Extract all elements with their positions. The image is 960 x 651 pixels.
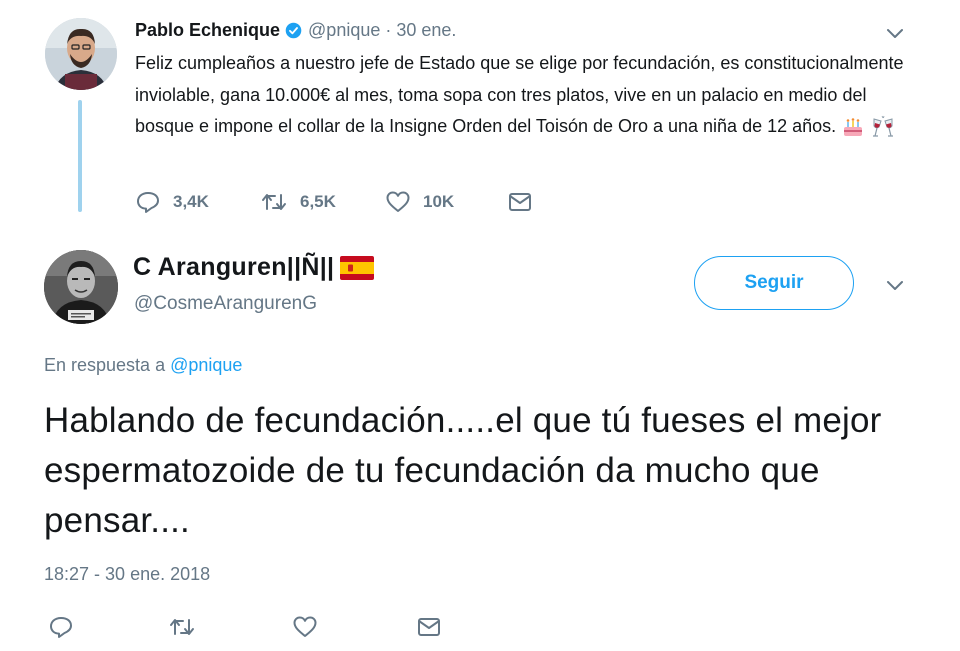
retweet-icon[interactable] [260,190,288,214]
parent-author-handle[interactable]: @pnique [308,20,380,41]
in-reply-prefix: En respuesta a [44,355,166,375]
thread-line [78,100,82,212]
reply-action-bar [48,614,442,640]
reply-action-2[interactable] [48,614,168,640]
envelope-icon[interactable] [416,616,442,638]
reply-author: C Aranguren||Ñ|| [133,253,375,282]
reply-author-handle[interactable]: @CosmeArangurenG [134,293,317,315]
heart-icon[interactable] [292,615,318,639]
reply-chevron-down-icon[interactable] [884,279,906,293]
like-count: 10K [423,192,455,211]
separator-dot: · [385,20,392,40]
retweet-count: 6,5K [300,192,336,211]
retweet-action[interactable]: 6,5K [260,189,385,215]
parent-header: Pablo Echenique @pnique · 30 ene. [135,20,456,41]
envelope-icon[interactable] [507,191,533,213]
parent-date[interactable]: 30 ene. [396,20,456,41]
parent-avatar[interactable] [45,18,117,90]
reply-count: 3,4K [173,192,209,211]
reply-action[interactable]: 3,4K [135,189,260,215]
retweet-action-2[interactable] [168,614,292,640]
parent-author-name[interactable]: Pablo Echenique [135,20,280,41]
reply-avatar[interactable] [44,250,118,324]
clinking-glasses-icon [873,116,894,137]
reply-icon[interactable] [135,190,161,214]
parent-tweet-text: Feliz cumpleaños a nuestro jefe de Estad… [135,48,905,143]
parent-tweet-body: Feliz cumpleaños a nuestro jefe de Estad… [135,53,904,136]
reply-icon[interactable] [48,615,74,639]
verified-badge-icon [285,22,302,39]
reply-author-name[interactable]: C Aranguren||Ñ|| [133,253,334,282]
parent-chevron-down-icon[interactable] [884,27,906,41]
reply-tweet-text: Hablando de fecundación.....el que tú fu… [44,401,882,540]
in-reply-to: En respuesta a @pnique [44,355,242,376]
parent-action-bar: 3,4K 6,5K 10K [135,189,533,215]
spain-flag-icon [340,255,375,280]
message-action-2[interactable] [416,614,442,640]
reply-timestamp[interactable]: 18:27 - 30 ene. 2018 [44,564,210,585]
heart-icon[interactable] [385,190,411,214]
like-action-2[interactable] [292,614,416,640]
in-reply-mention-link[interactable]: @pnique [170,355,242,375]
cake-icon [844,118,863,137]
retweet-icon[interactable] [168,615,196,639]
message-action[interactable] [507,189,533,215]
follow-button[interactable]: Seguir [694,256,854,310]
like-action[interactable]: 10K [385,189,507,215]
